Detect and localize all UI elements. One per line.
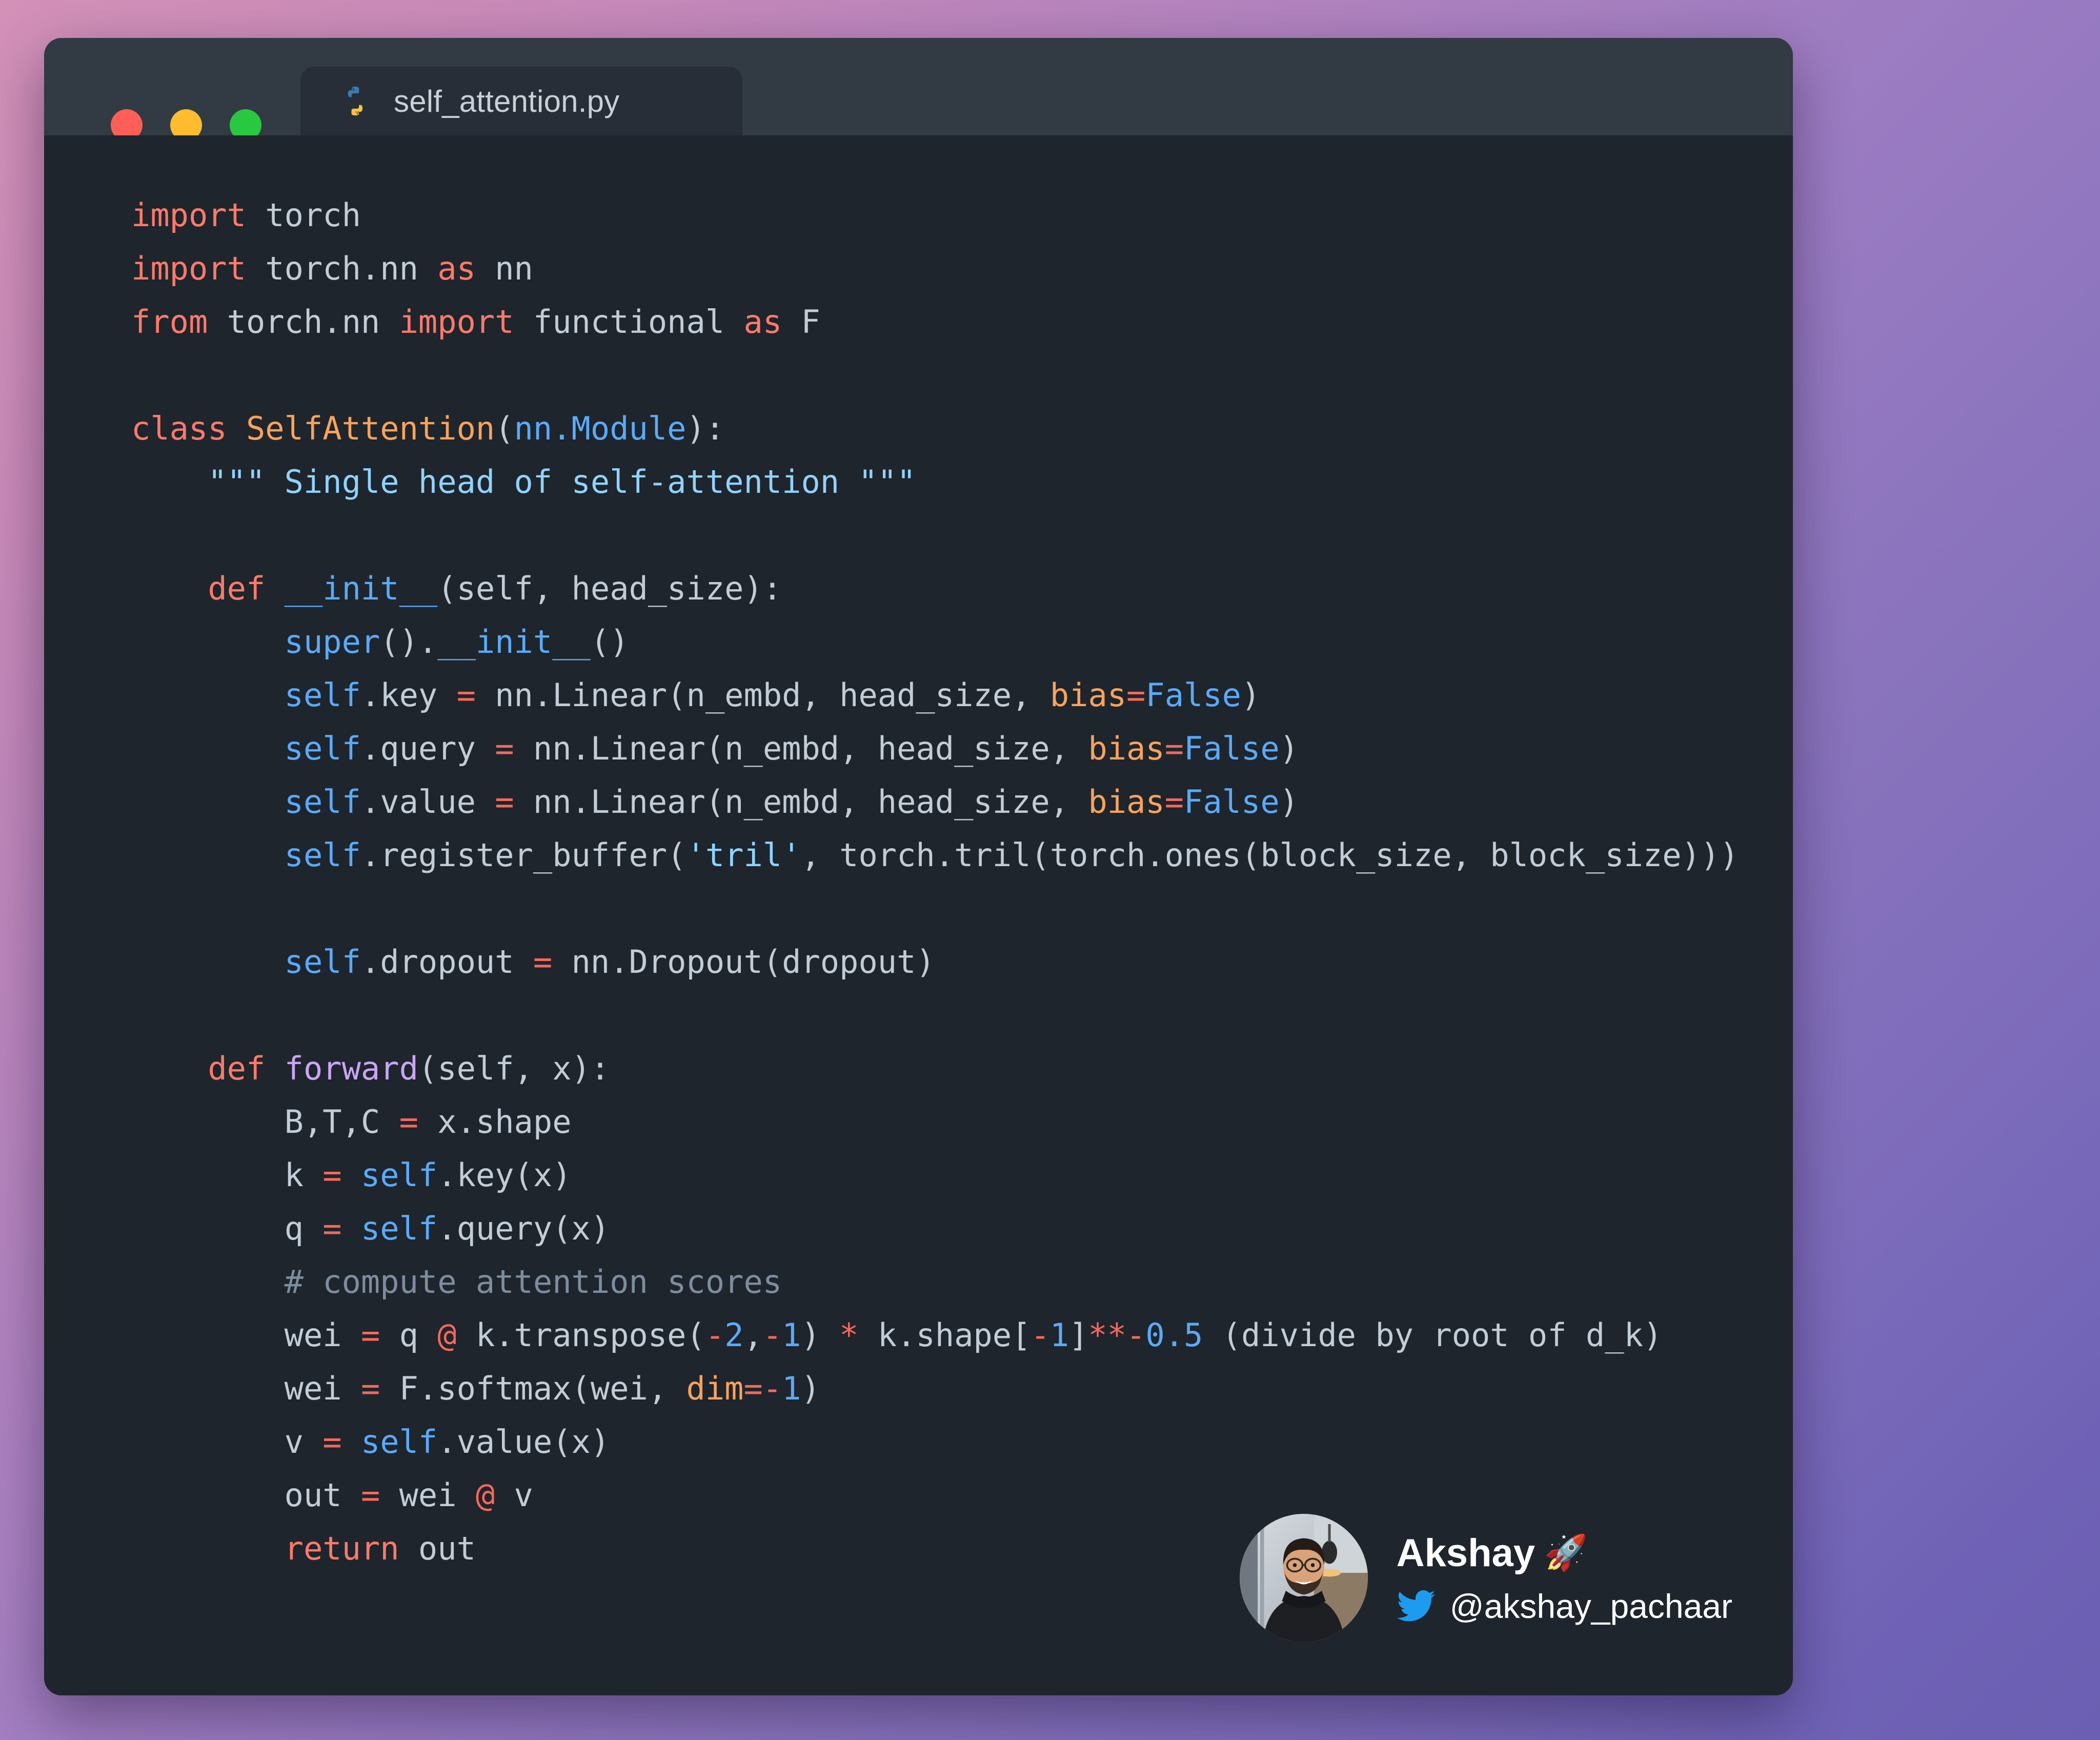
tab-self-attention[interactable]: self_attention.py [300,67,742,135]
python-icon [348,86,363,116]
author-text: Akshay 🚀 @akshay_pachaar [1397,1531,1732,1626]
code-window: self_attention.py import torch import to… [44,38,1793,1695]
tab-label: self_attention.py [394,84,620,118]
avatar [1239,1514,1368,1642]
author-handle: @akshay_pachaar [1449,1587,1732,1625]
code-block: import torch import torch.nn as nn from … [131,196,1739,1567]
code-editor[interactable]: import torch import torch.nn as nn from … [44,135,1793,1695]
rocket-icon: 🚀 [1544,1533,1588,1572]
window-titlebar: self_attention.py [44,38,1793,141]
author-name: Akshay [1396,1531,1536,1575]
avatar-photo [1239,1514,1368,1642]
twitter-bird-icon[interactable] [1397,1590,1436,1622]
author-card: Akshay 🚀 @akshay_pachaar [1239,1514,1732,1642]
author-handle-row[interactable]: @akshay_pachaar [1397,1587,1732,1626]
author-name-row: Akshay 🚀 [1397,1531,1732,1575]
